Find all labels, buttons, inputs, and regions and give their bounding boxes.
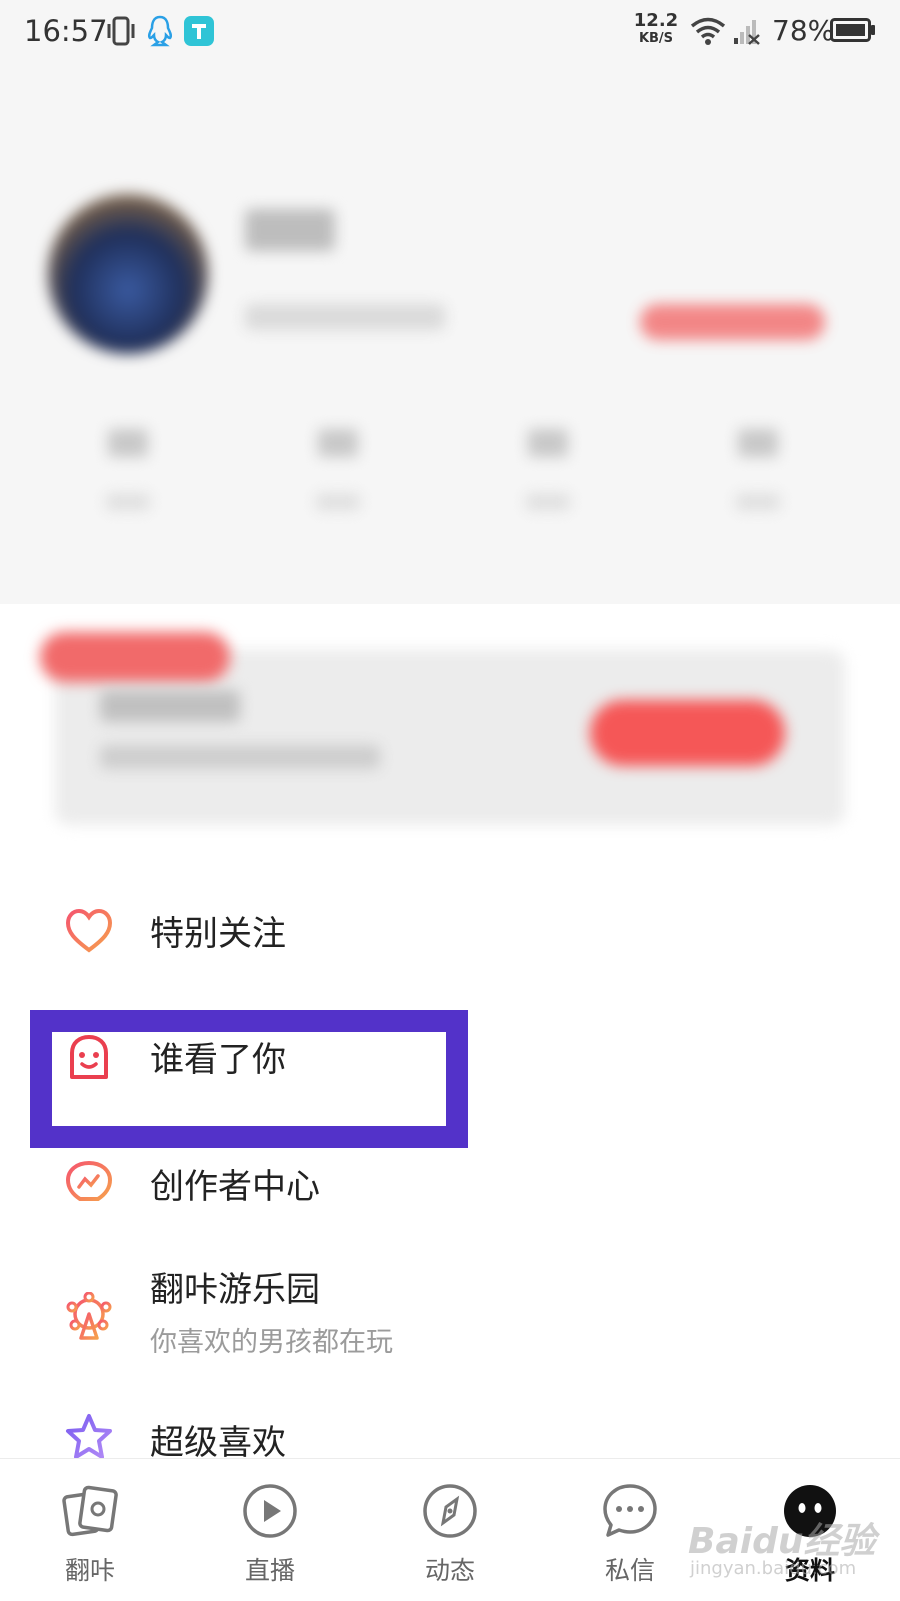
banner-subtitle-blurred [100,745,380,769]
cards-icon [62,1485,118,1537]
banner-title-blurred [100,690,240,722]
menu-item-super-like[interactable]: 超级喜欢 [0,1405,900,1458]
vibrate-icon [107,16,135,46]
app-icon [184,16,214,46]
menu-item-sublabel: 你喜欢的男孩都在玩 [150,1327,393,1358]
battery-icon [830,18,875,42]
stat-label [316,494,360,510]
menu-item-special-follow[interactable]: 特别关注 [0,900,900,960]
compass-icon [423,1484,477,1538]
user-name-blurred [245,209,335,251]
menu-item-label: 翻咔游乐园 [150,1270,320,1310]
stat-value[interactable] [738,429,778,457]
banner-action-button[interactable] [590,700,785,766]
net-speed-value: 12.2 [633,10,679,31]
tab-label: 翻咔 [64,1556,115,1585]
play-icon [243,1484,297,1538]
highlight-annotation-box [30,1010,468,1148]
status-time: 16:57 [24,14,108,48]
net-speed-unit: KB/S [638,31,674,46]
stat-value[interactable] [108,429,148,457]
battery-percent: 78% [772,14,835,47]
banner-tag [40,632,230,682]
watermark-brand: Baidu经验 [688,1521,876,1562]
edit-profile-button[interactable] [640,304,825,340]
star-icon [66,1414,112,1458]
avatar[interactable] [48,194,208,354]
creator-bulb-icon [65,1160,113,1207]
ferris-wheel-icon [66,1292,112,1340]
qq-icon [147,15,173,47]
wifi-icon [690,17,726,45]
net-speed: 12.2 KB/S [632,12,680,48]
stat-label [736,494,780,510]
stat-value[interactable] [318,429,358,457]
user-info-blurred [245,304,445,330]
heart-icon [65,908,113,953]
status-bar: 16:57 12.2 KB/S 78% [0,0,900,64]
chat-bubble-icon [603,1484,657,1537]
tab-fanka[interactable]: 翻咔 [30,1459,150,1601]
menu-item-label: 超级喜欢 [150,1423,286,1458]
watermark-url: jingyan.baidu.com [690,1558,857,1579]
stat-label [106,494,150,510]
tab-label: 动态 [424,1556,475,1585]
menu-item-playground[interactable]: 翻咔游乐园 你喜欢的男孩都在玩 [0,1262,900,1372]
menu-item-creator-center[interactable]: 创作者中心 [0,1155,900,1215]
tab-live[interactable]: 直播 [210,1459,330,1601]
profile-header [0,64,900,604]
menu-item-label: 特别关注 [150,914,286,954]
signal-icon [734,20,760,45]
tab-label: 直播 [244,1556,295,1585]
menu-item-label: 创作者中心 [150,1167,320,1207]
stat-value[interactable] [528,429,568,457]
tab-moments[interactable]: 动态 [390,1459,510,1601]
stat-label [526,494,570,510]
tab-messages[interactable]: 私信 [570,1459,690,1601]
tab-label: 私信 [604,1556,655,1585]
